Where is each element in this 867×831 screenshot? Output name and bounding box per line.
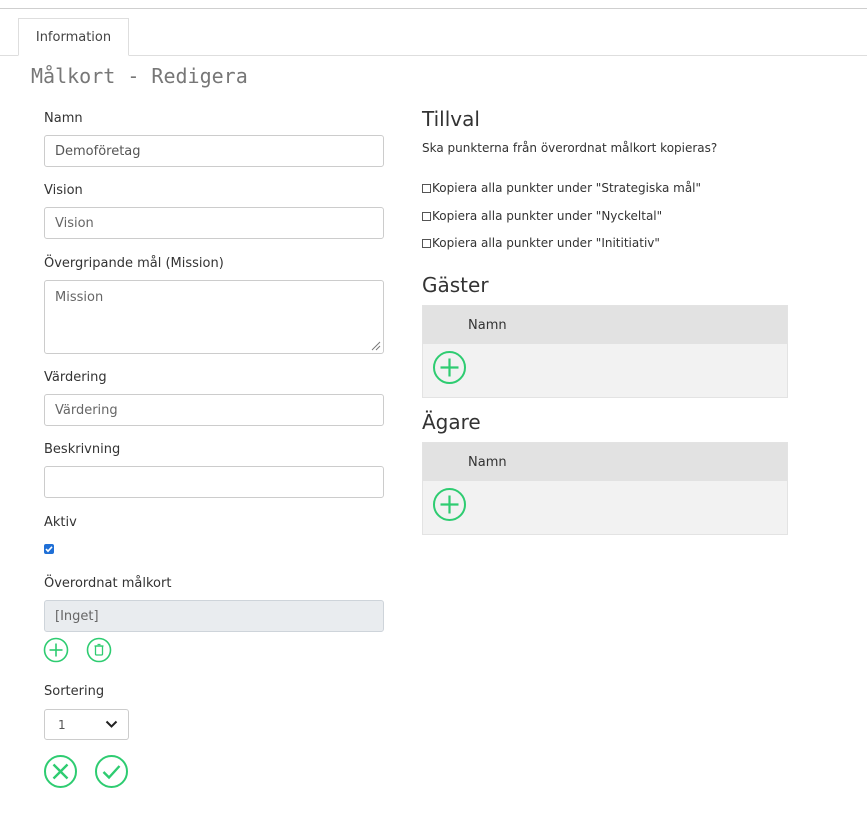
plus-circle-icon <box>43 637 69 663</box>
x-circle-icon <box>44 755 77 788</box>
plus-circle-icon <box>433 351 466 384</box>
option-strategic-checkbox[interactable] <box>422 183 431 193</box>
tab-bar-border <box>0 55 867 56</box>
page-title: Målkort - Redigera <box>31 64 248 88</box>
sort-label: Sortering <box>44 684 105 699</box>
vision-input[interactable]: Vision <box>44 207 384 239</box>
parent-label: Överordnat målkort <box>44 576 172 591</box>
resize-grip-icon[interactable] <box>371 341 381 351</box>
add-parent-button[interactable] <box>43 637 69 663</box>
cancel-button[interactable] <box>43 754 78 789</box>
plus-circle-icon <box>433 488 466 521</box>
option-kpi-checkbox[interactable] <box>422 211 431 221</box>
delete-parent-button[interactable] <box>86 637 112 663</box>
save-button[interactable] <box>94 754 129 789</box>
options-question: Ska punkterna från överordnat målkort ko… <box>422 141 718 155</box>
option-strategic-label: Kopiera alla punkter under "Strategiska … <box>432 181 702 195</box>
add-guest-button[interactable] <box>432 350 467 385</box>
option-initiative-checkbox[interactable] <box>422 238 431 248</box>
mission-placeholder: Mission <box>55 290 104 305</box>
check-circle-icon <box>95 755 128 788</box>
mission-label: Övergripande mål (Mission) <box>44 256 224 271</box>
name-input[interactable]: Demoföretag <box>44 135 384 167</box>
owners-panel: Namn <box>422 442 788 535</box>
owners-title: Ägare <box>422 410 481 434</box>
option-strategic[interactable]: Kopiera alla punkter under "Strategiska … <box>422 181 701 195</box>
top-border <box>0 8 867 9</box>
owners-column-header: Namn <box>423 443 787 481</box>
description-label: Beskrivning <box>44 442 121 457</box>
options-title: Tillval <box>422 107 480 131</box>
vision-label: Vision <box>44 183 83 198</box>
guests-panel: Namn <box>422 305 788 398</box>
value-input[interactable]: Värdering <box>44 394 384 426</box>
guests-column-header: Namn <box>423 306 787 344</box>
value-label: Värdering <box>44 370 107 385</box>
parent-input: [Inget] <box>44 600 384 632</box>
trash-icon <box>86 637 112 663</box>
guests-title: Gäster <box>422 273 489 297</box>
description-input[interactable] <box>44 466 384 498</box>
option-kpi[interactable]: Kopiera alla punkter under "Nyckeltal" <box>422 209 662 223</box>
active-label: Aktiv <box>44 515 77 530</box>
check-icon <box>45 546 53 553</box>
chevron-down-icon <box>105 720 118 728</box>
option-initiative-label: Kopiera alla punkter under "Inititiativ" <box>432 236 660 250</box>
active-checkbox[interactable] <box>44 544 54 554</box>
name-label: Namn <box>44 111 83 126</box>
tab-information[interactable]: Information <box>18 18 129 56</box>
option-kpi-label: Kopiera alla punkter under "Nyckeltal" <box>432 209 663 223</box>
mission-textarea[interactable]: Mission <box>44 280 384 354</box>
sort-select-value: 1 <box>58 717 66 732</box>
sort-select[interactable]: 1 <box>44 709 129 740</box>
option-initiative[interactable]: Kopiera alla punkter under "Inititiativ" <box>422 236 660 250</box>
add-owner-button[interactable] <box>432 487 467 522</box>
